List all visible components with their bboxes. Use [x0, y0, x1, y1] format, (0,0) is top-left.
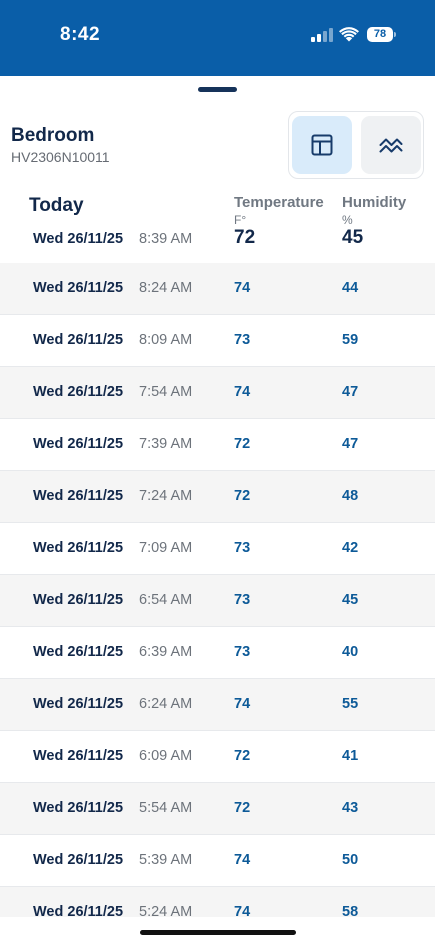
- row-humidity: 50: [342, 852, 359, 868]
- row-humidity: 45: [342, 592, 359, 608]
- wifi-icon: [339, 27, 359, 42]
- table-row: Wed 26/11/25 5:54 AM 72 43: [0, 783, 435, 835]
- chart-view-button[interactable]: [361, 116, 421, 174]
- readings-list[interactable]: Wed 26/11/25 8:24 AM 74 44 Wed 26/11/25 …: [0, 263, 435, 917]
- device-serial: HV2306N10011: [11, 149, 110, 165]
- signal-icon: [311, 28, 333, 42]
- view-switch: [288, 111, 424, 179]
- row-date: Wed 26/11/25: [33, 748, 124, 764]
- row-temperature: 74: [234, 852, 251, 868]
- current-temperature: 72: [234, 227, 256, 248]
- row-date: Wed 26/11/25: [33, 332, 124, 348]
- row-temperature: 73: [234, 332, 251, 348]
- row-time: 5:54 AM: [139, 800, 193, 816]
- row-date: Wed 26/11/25: [33, 436, 124, 452]
- table-row: Wed 26/11/25 7:39 AM 72 47: [0, 419, 435, 471]
- current-humidity: 45: [342, 227, 364, 248]
- table-row: Wed 26/11/25 6:09 AM 72 41: [0, 731, 435, 783]
- column-unit-temperature: F°: [234, 213, 247, 227]
- row-date: Wed 26/11/25: [33, 384, 124, 400]
- table-view-button[interactable]: [292, 116, 352, 174]
- status-bar: 8:42 78: [0, 0, 435, 76]
- row-time: 5:39 AM: [139, 852, 193, 868]
- row-humidity: 40: [342, 644, 359, 660]
- row-date: Wed 26/11/25: [33, 852, 124, 868]
- row-time: 7:39 AM: [139, 436, 193, 452]
- row-time: 7:24 AM: [139, 488, 193, 504]
- table-header: Today Temperature F° Humidity % Wed 26/1…: [0, 191, 435, 263]
- chart-line-icon: [379, 138, 403, 153]
- row-temperature: 74: [234, 696, 251, 712]
- row-humidity: 58: [342, 904, 359, 917]
- row-date: Wed 26/11/25: [33, 696, 124, 712]
- row-time: 7:54 AM: [139, 384, 193, 400]
- row-temperature: 73: [234, 644, 251, 660]
- row-time: 6:09 AM: [139, 748, 193, 764]
- row-humidity: 59: [342, 332, 359, 348]
- row-time: 8:24 AM: [139, 280, 193, 296]
- home-indicator[interactable]: [140, 930, 296, 935]
- battery-cap: [394, 32, 396, 37]
- table-row: Wed 26/11/25 7:09 AM 73 42: [0, 523, 435, 575]
- battery-level: 78: [373, 28, 387, 40]
- row-time: 6:24 AM: [139, 696, 193, 712]
- row-temperature: 74: [234, 904, 251, 917]
- row-humidity: 47: [342, 436, 359, 452]
- row-time: 6:54 AM: [139, 592, 193, 608]
- device-name: Bedroom: [11, 125, 95, 146]
- current-reading-time: 8:39 AM: [139, 231, 193, 247]
- row-temperature: 72: [234, 748, 251, 764]
- column-title-temperature: Temperature: [234, 194, 324, 211]
- status-time: 8:42: [60, 24, 101, 45]
- row-date: Wed 26/11/25: [33, 280, 124, 296]
- row-time: 5:24 AM: [139, 904, 193, 917]
- row-temperature: 72: [234, 488, 251, 504]
- column-unit-humidity: %: [342, 213, 353, 227]
- current-reading-date: Wed 26/11/25: [33, 231, 124, 247]
- table-icon: [311, 134, 333, 156]
- row-humidity: 44: [342, 280, 359, 296]
- section-label: Today: [29, 195, 84, 216]
- row-humidity: 42: [342, 540, 359, 556]
- history-sheet: Bedroom HV2306N10011 Today Temperature F…: [0, 76, 435, 945]
- row-time: 7:09 AM: [139, 540, 193, 556]
- table-row: Wed 26/11/25 6:24 AM 74 55: [0, 679, 435, 731]
- row-date: Wed 26/11/25: [33, 904, 124, 917]
- table-row: Wed 26/11/25 5:39 AM 74 50: [0, 835, 435, 887]
- row-temperature: 73: [234, 592, 251, 608]
- sheet-drag-handle[interactable]: [198, 87, 237, 92]
- table-row: Wed 26/11/25 8:09 AM 73 59: [0, 315, 435, 367]
- row-temperature: 72: [234, 800, 251, 816]
- row-date: Wed 26/11/25: [33, 540, 124, 556]
- table-row: Wed 26/11/25 6:39 AM 73 40: [0, 627, 435, 679]
- row-date: Wed 26/11/25: [33, 488, 124, 504]
- row-temperature: 74: [234, 280, 251, 296]
- row-humidity: 43: [342, 800, 359, 816]
- row-date: Wed 26/11/25: [33, 592, 124, 608]
- battery-icon: 78: [367, 27, 393, 42]
- row-temperature: 72: [234, 436, 251, 452]
- table-row: Wed 26/11/25 8:24 AM 74 44: [0, 263, 435, 315]
- row-temperature: 73: [234, 540, 251, 556]
- row-time: 8:09 AM: [139, 332, 193, 348]
- table-row: Wed 26/11/25 7:54 AM 74 47: [0, 367, 435, 419]
- row-time: 6:39 AM: [139, 644, 193, 660]
- row-humidity: 41: [342, 748, 359, 764]
- row-date: Wed 26/11/25: [33, 644, 124, 660]
- table-row: Wed 26/11/25 7:24 AM 72 48: [0, 471, 435, 523]
- table-row: Wed 26/11/25 5:24 AM 74 58: [0, 887, 435, 917]
- row-humidity: 47: [342, 384, 359, 400]
- row-date: Wed 26/11/25: [33, 800, 124, 816]
- row-humidity: 48: [342, 488, 359, 504]
- table-row: Wed 26/11/25 6:54 AM 73 45: [0, 575, 435, 627]
- row-temperature: 74: [234, 384, 251, 400]
- column-title-humidity: Humidity: [342, 194, 407, 211]
- row-humidity: 55: [342, 696, 359, 712]
